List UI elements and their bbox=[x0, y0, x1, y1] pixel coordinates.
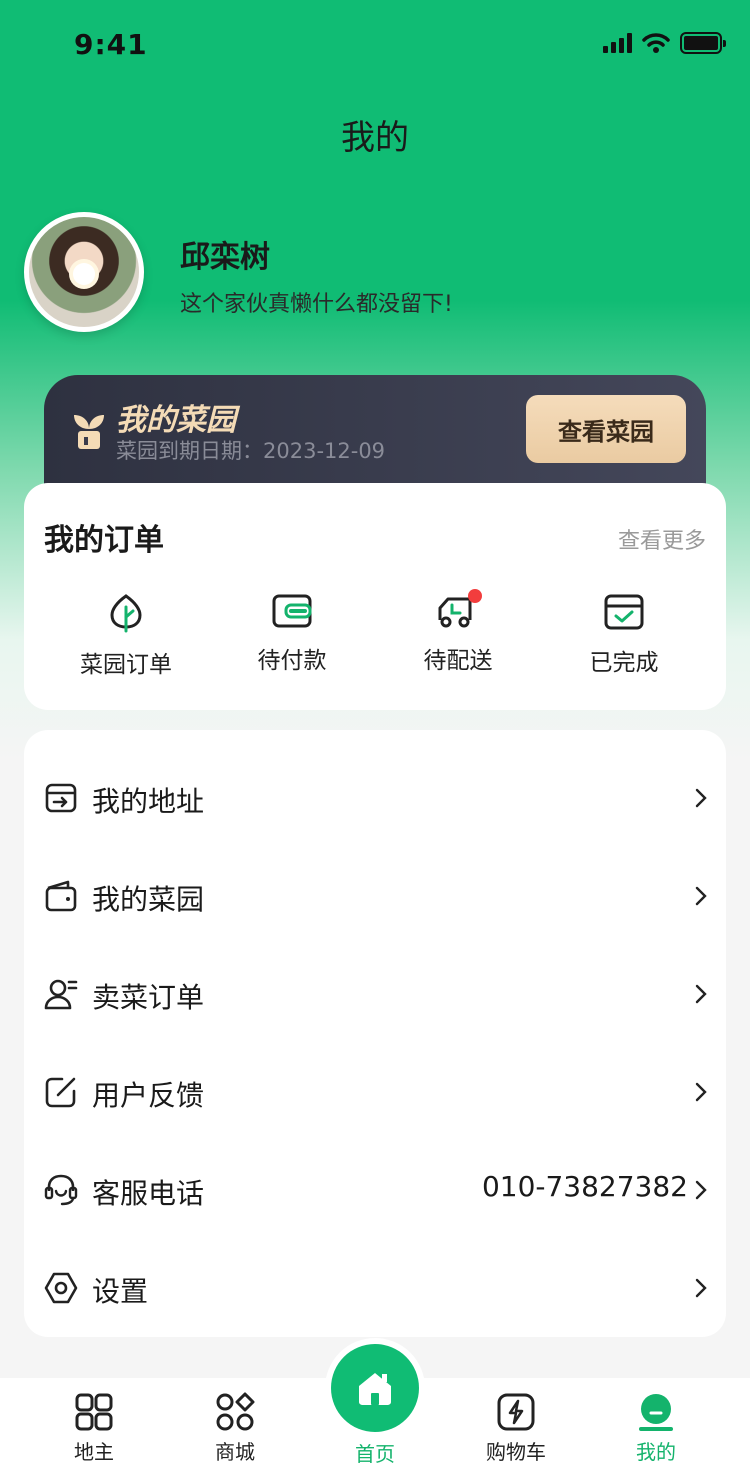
tab-label: 首页 bbox=[355, 1442, 395, 1466]
status-icons bbox=[603, 32, 726, 54]
order-item-pending-payment[interactable]: 待付款 bbox=[212, 593, 372, 675]
garden-title: 我的菜园 bbox=[116, 403, 236, 438]
apps-icon bbox=[216, 1392, 255, 1431]
chevron-right-icon bbox=[695, 1278, 707, 1298]
order-item-label: 待配送 bbox=[423, 648, 493, 674]
user-bio: 这个家伙真懒什么都没留下! bbox=[180, 292, 453, 317]
menu-label: 我的地址 bbox=[92, 785, 205, 818]
tab-label: 购物车 bbox=[486, 1440, 546, 1464]
profile-icon bbox=[639, 1394, 673, 1431]
menu-item-sell-orders[interactable]: 卖菜订单 bbox=[24, 936, 726, 1034]
headset-icon bbox=[44, 1174, 78, 1206]
wallet-icon bbox=[45, 880, 77, 912]
menu-item-feedback[interactable]: 用户反馈 bbox=[24, 1034, 726, 1132]
order-item-label: 待付款 bbox=[257, 648, 327, 674]
menu-label: 卖菜订单 bbox=[92, 981, 205, 1014]
chevron-right-icon bbox=[695, 788, 707, 808]
flash-icon bbox=[497, 1393, 535, 1431]
menu-label: 用户反馈 bbox=[92, 1079, 205, 1112]
menu-item-address[interactable]: 我的地址 bbox=[24, 740, 726, 838]
chevron-right-icon bbox=[695, 984, 707, 1004]
orders-card: 我的订单 查看更多 菜园订单 待付款 待配送 已完成 bbox=[24, 483, 726, 710]
sprout-icon bbox=[74, 415, 104, 449]
tab-cart[interactable]: 购物车 bbox=[456, 1392, 576, 1465]
notification-badge bbox=[468, 589, 482, 603]
menu-label: 设置 bbox=[92, 1275, 149, 1308]
menu-label: 客服电话 bbox=[92, 1177, 205, 1210]
garden-expiry: 菜园到期日期：2023-12-09 bbox=[116, 439, 386, 463]
menu-item-my-garden[interactable]: 我的菜园 bbox=[24, 838, 726, 936]
edit-icon bbox=[45, 1077, 76, 1108]
tab-label: 我的 bbox=[636, 1440, 676, 1464]
tab-label: 地主 bbox=[74, 1440, 114, 1464]
address-icon bbox=[45, 783, 77, 813]
menu-label: 我的菜园 bbox=[92, 883, 205, 916]
menu-item-settings[interactable]: 设置 bbox=[24, 1230, 726, 1328]
chevron-right-icon bbox=[695, 886, 707, 906]
order-item-label: 已完成 bbox=[589, 650, 659, 676]
home-icon bbox=[359, 1373, 391, 1405]
leaf-icon bbox=[110, 594, 142, 633]
wifi-icon bbox=[642, 33, 670, 53]
menu-card: 我的地址 我的菜园 卖菜订单 用户反馈 客服电话 010-73827382 设置 bbox=[24, 730, 726, 1337]
cellular-signal-icon bbox=[603, 33, 632, 53]
battery-icon bbox=[680, 32, 726, 54]
status-bar: 9:41 bbox=[0, 0, 750, 88]
tab-landlord[interactable]: 地主 bbox=[34, 1392, 154, 1465]
settings-icon bbox=[44, 1272, 78, 1304]
grid-icon bbox=[75, 1393, 113, 1431]
menu-item-customer-service[interactable]: 客服电话 010-73827382 bbox=[24, 1132, 726, 1230]
tab-mall[interactable]: 商城 bbox=[175, 1392, 295, 1465]
home-button[interactable] bbox=[331, 1344, 419, 1432]
status-time: 9:41 bbox=[74, 28, 148, 61]
order-item-label: 菜园订单 bbox=[80, 652, 172, 678]
order-item-completed[interactable]: 已完成 bbox=[544, 593, 704, 677]
tab-mine[interactable]: 我的 bbox=[596, 1392, 716, 1465]
user-name: 邱栾树 bbox=[180, 240, 270, 275]
page-title: 我的 bbox=[341, 118, 409, 158]
wallet-icon bbox=[272, 594, 312, 628]
orders-title: 我的订单 bbox=[44, 523, 164, 558]
order-item-pending-delivery[interactable]: 待配送 bbox=[378, 589, 538, 675]
view-garden-button[interactable]: 查看菜园 bbox=[526, 395, 686, 463]
user-icon bbox=[44, 979, 78, 1010]
avatar[interactable] bbox=[24, 212, 144, 332]
orders-more-link[interactable]: 查看更多 bbox=[618, 523, 706, 555]
box-check-icon bbox=[604, 594, 644, 630]
chevron-right-icon bbox=[695, 1180, 707, 1200]
order-item-garden[interactable]: 菜园订单 bbox=[46, 593, 206, 679]
service-phone-number[interactable]: 010-73827382 bbox=[482, 1170, 688, 1203]
tab-label: 商城 bbox=[215, 1440, 255, 1464]
chevron-right-icon bbox=[695, 1082, 707, 1102]
tab-home[interactable]: 首页 bbox=[315, 1434, 435, 1467]
